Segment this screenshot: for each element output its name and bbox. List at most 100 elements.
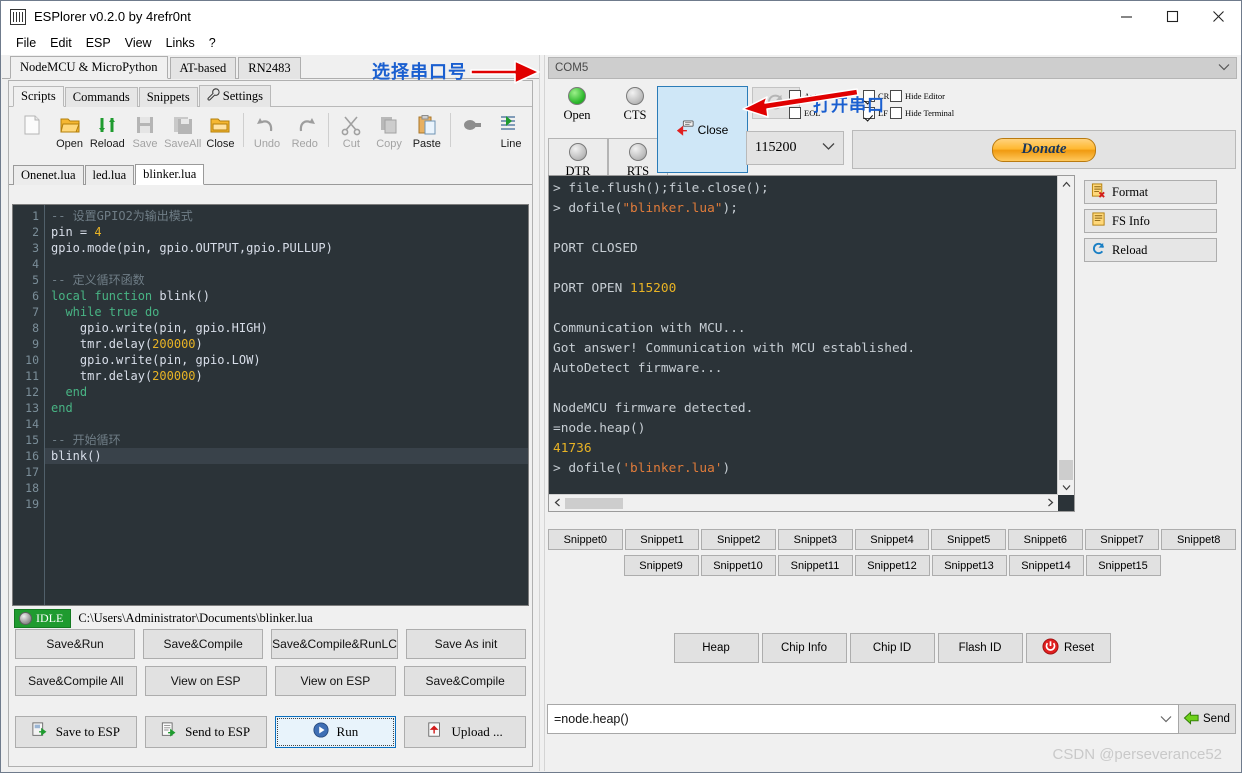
- save-and-run-button[interactable]: Save&Run: [15, 629, 136, 659]
- snippet-button[interactable]: Snippet10: [700, 555, 776, 576]
- toolbar-separator-2: [327, 113, 329, 147]
- toolbar-close-button[interactable]: Close: [202, 111, 240, 150]
- chip-id-button[interactable]: Chip ID: [849, 633, 935, 663]
- menu-file[interactable]: File: [9, 34, 43, 52]
- scroll-right-icon[interactable]: [1042, 498, 1058, 509]
- flash-id-button[interactable]: Flash ID: [937, 633, 1023, 663]
- toolbar-block-button[interactable]: [454, 111, 492, 138]
- hide-editor-label: Hide Editor: [905, 90, 945, 101]
- code-editor[interactable]: 1 2 3 4 5 6 7 8 9 10 11 12 13 14 15 16 17 18 19 -- 设置GPIO2…: [12, 204, 529, 606]
- snippet-button[interactable]: Snippet11: [777, 555, 853, 576]
- close-icon[interactable]: [1195, 1, 1241, 32]
- line-number: 2: [32, 225, 39, 239]
- snippet-button[interactable]: Snippet8: [1161, 529, 1237, 550]
- snippet-button[interactable]: Snippet5: [931, 529, 1007, 550]
- hide-editor-checkbox-icon: [890, 89, 902, 102]
- tab-commands[interactable]: Commands: [64, 87, 138, 107]
- toolbar-cut-button[interactable]: Cut: [332, 111, 370, 150]
- tab-nodemcu-micropython[interactable]: NodeMCU & MicroPython: [10, 56, 168, 79]
- snippet-button[interactable]: Snippet2: [701, 529, 776, 550]
- upload-label: Upload ...: [451, 724, 503, 739]
- fs-reload-button[interactable]: Reload: [1084, 238, 1217, 262]
- scroll-down-icon[interactable]: [1058, 479, 1074, 495]
- chevron-down-icon[interactable]: [1160, 712, 1172, 726]
- scroll-left-icon[interactable]: [549, 498, 565, 509]
- snippet-button[interactable]: Snippet1: [624, 529, 700, 550]
- save-to-esp-label: Save to ESP: [55, 724, 121, 739]
- port-toggle-button[interactable]: Close: [657, 86, 748, 173]
- file-tab-led[interactable]: led.lua: [84, 165, 135, 185]
- toolbar-paste-button[interactable]: Paste: [408, 111, 446, 150]
- menu-view[interactable]: View: [118, 34, 159, 52]
- run-button[interactable]: Run: [274, 716, 397, 748]
- tab-rn2483[interactable]: RN2483: [238, 57, 301, 79]
- snippet-button[interactable]: Snippet9: [623, 555, 699, 576]
- toolbar-line-button[interactable]: Line: [492, 111, 530, 150]
- snippet-button[interactable]: Snippet3: [778, 529, 853, 550]
- checkbox-hide-editor[interactable]: Hide Editor: [890, 87, 954, 104]
- save-and-compile-button[interactable]: Save&Compile: [143, 629, 264, 659]
- command-input[interactable]: =node.heap(): [547, 704, 1179, 734]
- code-text-area[interactable]: -- 设置GPIO2为输出模式 pin = 4 gpio.mode(pin, gpi…: [45, 205, 528, 605]
- snippet-button[interactable]: Snippet6: [1008, 529, 1083, 550]
- save-compile-button-2[interactable]: Save&Compile: [404, 666, 526, 696]
- toolbar-open-button[interactable]: Open: [51, 111, 89, 150]
- toolbar-reload-button[interactable]: Reload: [88, 111, 126, 150]
- com-port-select[interactable]: COM5: [548, 57, 1237, 79]
- toolbar-saveall-button[interactable]: SaveAll: [164, 111, 202, 150]
- send-button[interactable]: Send: [1179, 704, 1236, 734]
- fs-reload-label: Reload: [1112, 242, 1148, 257]
- toolbar-undo-button[interactable]: Undo: [248, 111, 286, 150]
- file-tab-blinker[interactable]: blinker.lua: [135, 164, 205, 185]
- minimize-icon[interactable]: [1103, 1, 1149, 32]
- terminal-scroll-thumb[interactable]: [1059, 460, 1073, 480]
- terminal-line: > file.flush();file.close();: [553, 181, 769, 196]
- maximize-icon[interactable]: [1149, 1, 1195, 32]
- snippet-button[interactable]: Snippet12: [854, 555, 930, 576]
- send-to-esp-button[interactable]: Send to ESP: [144, 716, 267, 748]
- view-on-esp-button-1[interactable]: View on ESP: [144, 666, 267, 696]
- tab-settings[interactable]: Settings: [198, 85, 272, 107]
- checkbox-hide-terminal[interactable]: Hide Terminal: [890, 104, 954, 121]
- snippet-button[interactable]: Snippet7: [1084, 529, 1160, 550]
- save-compile-all-button[interactable]: Save&Compile All: [15, 666, 137, 696]
- snippet-button[interactable]: Snippet15: [1085, 555, 1161, 576]
- toolbar-new-button[interactable]: [13, 111, 51, 138]
- baud-rate-select[interactable]: 115200: [746, 131, 844, 165]
- snippet-button[interactable]: Snippet14: [1008, 555, 1084, 576]
- reset-button[interactable]: Reset: [1025, 633, 1111, 663]
- snippet-button[interactable]: Snippet0: [547, 529, 623, 550]
- file-tab-onenet[interactable]: Onenet.lua: [13, 165, 84, 185]
- toolbar-copy-button[interactable]: Copy: [370, 111, 408, 150]
- save-compile-runlc-button[interactable]: Save&Compile&RunLC: [271, 629, 398, 659]
- snippet-button[interactable]: Snippet4: [854, 529, 930, 550]
- toolbar-save-button[interactable]: Save: [126, 111, 164, 150]
- baud-rate-value: 115200: [755, 140, 797, 155]
- terminal-vertical-scrollbar[interactable]: [1057, 176, 1074, 495]
- save-as-init-button[interactable]: Save As init: [405, 629, 526, 659]
- terminal-output[interactable]: > file.flush();file.close(); > dofile("bl…: [548, 175, 1075, 512]
- toolbar-redo-button[interactable]: Redo: [286, 111, 324, 150]
- menu-esp[interactable]: ESP: [79, 34, 118, 52]
- format-button[interactable]: Format: [1084, 180, 1217, 204]
- donate-button[interactable]: Donate: [992, 137, 1096, 162]
- line-number: 1: [32, 209, 39, 223]
- line-number-gutter: 1 2 3 4 5 6 7 8 9 10 11 12 13 14 15 16 17 18 19: [13, 205, 45, 605]
- tab-scripts[interactable]: Scripts: [13, 86, 64, 107]
- menu-links[interactable]: Links: [159, 34, 202, 52]
- terminal-hscroll-thumb[interactable]: [565, 497, 623, 509]
- scroll-up-icon[interactable]: [1058, 176, 1074, 192]
- view-on-esp-button-2[interactable]: View on ESP: [274, 666, 397, 696]
- snippet-button[interactable]: Snippet13: [931, 555, 1007, 576]
- menu-edit[interactable]: Edit: [43, 34, 79, 52]
- heap-button[interactable]: Heap: [673, 633, 759, 663]
- fs-info-button[interactable]: FS Info: [1084, 209, 1217, 233]
- menu-help[interactable]: ?: [202, 34, 223, 52]
- tab-snippets[interactable]: Snippets: [138, 87, 198, 107]
- terminal-horizontal-scrollbar[interactable]: [549, 494, 1058, 511]
- tab-at-based[interactable]: AT-based: [169, 57, 237, 79]
- chip-info-button[interactable]: Chip Info: [761, 633, 847, 663]
- upload-button[interactable]: Upload ...: [404, 716, 526, 748]
- save-to-esp-button[interactable]: Save to ESP: [15, 716, 137, 748]
